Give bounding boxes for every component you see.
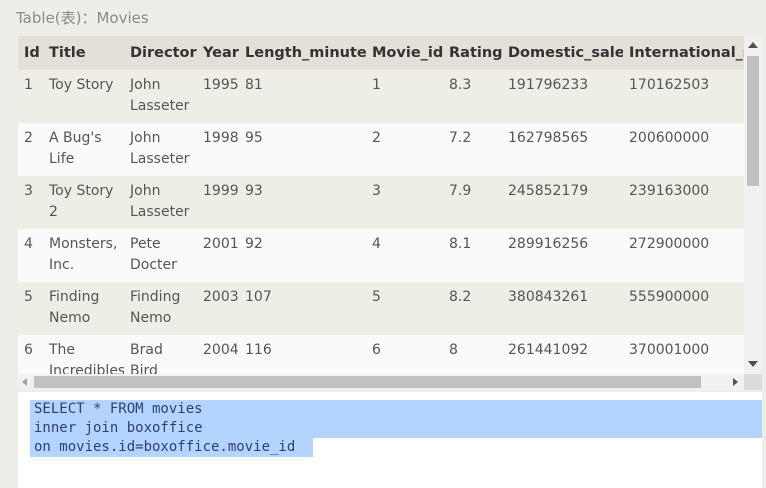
cell-length-minutes: 93	[239, 176, 366, 229]
column-header-length-minutes: Length_minutes	[239, 36, 366, 70]
sql-editor[interactable]: SELECT * FROM movies inner join boxoffic…	[18, 392, 762, 488]
cell-length-minutes: 92	[239, 229, 366, 282]
cell-title: Monsters, Inc.	[43, 229, 124, 282]
cell-international-sales: 272900000	[623, 229, 744, 282]
cell-title: Toy Story	[43, 70, 124, 123]
cell-movie-id: 5	[366, 282, 443, 335]
cell-director: John Lasseter	[124, 70, 197, 123]
cell-title: A Bug's Life	[43, 123, 124, 176]
column-header-director: Director	[124, 36, 197, 70]
column-header-international-sales: International_sales	[623, 36, 744, 70]
table-viewport: Id Title Director Year Length_minutes Mo…	[18, 36, 744, 374]
cell-year: 2003	[197, 282, 239, 335]
table-caption: Table(表)：Movies	[16, 9, 149, 27]
cell-domestic-sales: 245852179	[502, 176, 623, 229]
cell-domestic-sales: 162798565	[502, 123, 623, 176]
table-row: 5 Finding Nemo Finding Nemo 2003 107 5 8…	[18, 282, 744, 335]
cell-international-sales: 239163000	[623, 176, 744, 229]
cell-international-sales: 370001000	[623, 335, 744, 374]
cell-international-sales: 555900000	[623, 282, 744, 335]
table-row: 2 A Bug's Life John Lasseter 1998 95 2 7…	[18, 123, 744, 176]
cell-year: 1999	[197, 176, 239, 229]
cell-movie-id: 3	[366, 176, 443, 229]
cell-movie-id: 6	[366, 335, 443, 374]
table-row: 3 Toy Story 2 John Lasseter 1999 93 3 7.…	[18, 176, 744, 229]
code-line[interactable]: on movies.id=boxoffice.movie_id	[34, 439, 295, 455]
code-line[interactable]: inner join boxoffice	[34, 420, 203, 436]
code-line[interactable]: SELECT * FROM movies	[34, 401, 203, 417]
vertical-scrollbar[interactable]	[744, 36, 762, 374]
scrollbar-corner	[744, 374, 762, 390]
cell-year: 2004	[197, 335, 239, 374]
scroll-up-arrow-icon[interactable]	[748, 42, 758, 48]
cell-year: 1998	[197, 123, 239, 176]
cell-length-minutes: 107	[239, 282, 366, 335]
cell-movie-id: 2	[366, 123, 443, 176]
cell-id: 1	[18, 70, 43, 123]
cell-rating: 8.1	[443, 229, 502, 282]
column-header-rating: Rating	[443, 36, 502, 70]
cell-title: Finding Nemo	[43, 282, 124, 335]
cell-rating: 8.2	[443, 282, 502, 335]
cell-domestic-sales: 191796233	[502, 70, 623, 123]
cell-international-sales: 170162503	[623, 70, 744, 123]
cell-year: 2001	[197, 229, 239, 282]
column-header-year: Year	[197, 36, 239, 70]
table-row: 1 Toy Story John Lasseter 1995 81 1 8.3 …	[18, 70, 744, 123]
cell-director: Brad Bird	[124, 335, 197, 374]
column-header-domestic-sales: Domestic_sales	[502, 36, 623, 70]
cell-rating: 8	[443, 335, 502, 374]
scroll-down-arrow-icon[interactable]	[748, 361, 758, 367]
horizontal-scrollbar[interactable]	[18, 374, 744, 390]
cell-id: 3	[18, 176, 43, 229]
cell-director: John Lasseter	[124, 123, 197, 176]
scroll-right-arrow-icon[interactable]	[733, 378, 738, 386]
cell-director: Pete Docter	[124, 229, 197, 282]
cell-international-sales: 200600000	[623, 123, 744, 176]
cell-id: 2	[18, 123, 43, 176]
cell-title: The Incredibles	[43, 335, 124, 374]
cell-id: 5	[18, 282, 43, 335]
cell-id: 6	[18, 335, 43, 374]
cell-length-minutes: 81	[239, 70, 366, 123]
table-row: 6 The Incredibles Brad Bird 2004 116 6 8…	[18, 335, 744, 374]
cell-domestic-sales: 380843261	[502, 282, 623, 335]
cell-title: Toy Story 2	[43, 176, 124, 229]
vertical-scroll-thumb[interactable]	[747, 56, 759, 186]
cell-domestic-sales: 261441092	[502, 335, 623, 374]
table-header-row: Id Title Director Year Length_minutes Mo…	[18, 36, 744, 70]
column-header-id: Id	[18, 36, 43, 70]
cell-domestic-sales: 289916256	[502, 229, 623, 282]
cell-rating: 8.3	[443, 70, 502, 123]
cell-movie-id: 4	[366, 229, 443, 282]
movies-table: Id Title Director Year Length_minutes Mo…	[18, 36, 744, 374]
horizontal-scroll-thumb[interactable]	[34, 376, 701, 388]
table-row: 4 Monsters, Inc. Pete Docter 2001 92 4 8…	[18, 229, 744, 282]
cell-year: 1995	[197, 70, 239, 123]
cell-length-minutes: 116	[239, 335, 366, 374]
cell-rating: 7.9	[443, 176, 502, 229]
column-header-movie-id: Movie_id	[366, 36, 443, 70]
cell-director: Finding Nemo	[124, 282, 197, 335]
cell-rating: 7.2	[443, 123, 502, 176]
results-table-panel: Id Title Director Year Length_minutes Mo…	[18, 36, 762, 390]
cell-length-minutes: 95	[239, 123, 366, 176]
cell-id: 4	[18, 229, 43, 282]
cell-movie-id: 1	[366, 70, 443, 123]
scroll-left-arrow-icon[interactable]	[22, 378, 27, 386]
cell-director: John Lasseter	[124, 176, 197, 229]
column-header-title: Title	[43, 36, 124, 70]
